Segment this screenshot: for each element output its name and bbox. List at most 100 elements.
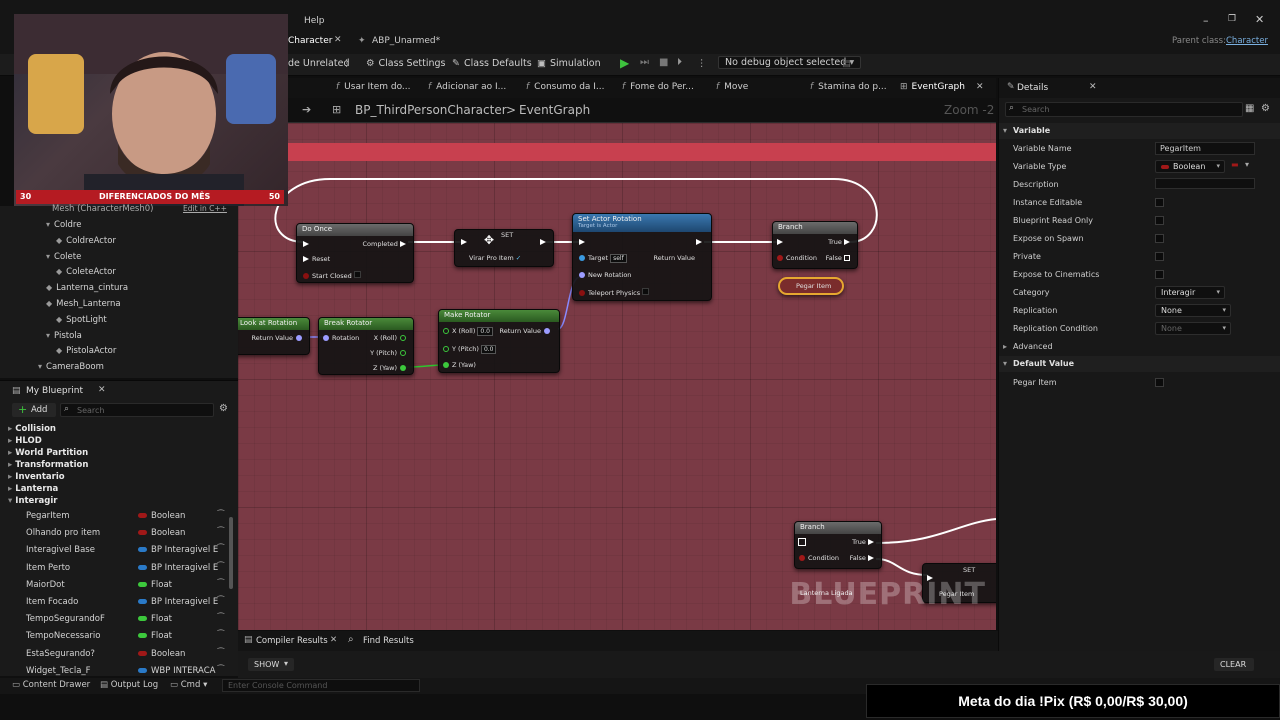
- bp-read-only-checkbox[interactable]: [1155, 216, 1164, 225]
- close-tab-icon[interactable]: ✕: [330, 635, 337, 645]
- tab-find-results[interactable]: Find Results: [363, 636, 414, 646]
- pegar-item-checkbox[interactable]: [1155, 378, 1164, 387]
- visibility-eye-icon[interactable]: ⁀: [218, 544, 224, 553]
- category-2[interactable]: ▸ World Partition: [8, 448, 88, 458]
- node-branch-2[interactable]: Branch True Condition False: [794, 521, 882, 569]
- component-item[interactable]: ▾ Pistola: [46, 331, 82, 341]
- new-rotation-pin[interactable]: New Rotation: [579, 271, 631, 279]
- tab-character[interactable]: Character: [288, 36, 332, 46]
- component-item[interactable]: ◆ ColeteActor: [56, 267, 116, 277]
- variable-row[interactable]: Olhando pro item Boolean ⁀: [0, 526, 232, 542]
- visibility-eye-icon[interactable]: ⁀: [218, 527, 224, 536]
- return-value-pin[interactable]: Return Value: [252, 334, 306, 342]
- parent-class-link[interactable]: Character: [1226, 36, 1268, 46]
- clear-button[interactable]: CLEAR: [1214, 658, 1254, 671]
- variable-row[interactable]: Interagivel Base BP Interagivel E ⁀: [0, 543, 232, 559]
- replication-dropdown[interactable]: None ▾: [1155, 304, 1231, 317]
- component-item[interactable]: ▾ CameraBoom: [38, 362, 104, 372]
- return-value-pin[interactable]: Return Value: [654, 254, 696, 262]
- category-4[interactable]: ▸ Inventario: [8, 472, 65, 482]
- component-item[interactable]: ▾ Colete: [46, 252, 81, 262]
- x-roll-input-pin[interactable]: X (Roll) 0.0: [443, 327, 493, 336]
- node-do-once[interactable]: Do Once Completed Reset Start Closed: [296, 223, 414, 283]
- eject-icon[interactable]: ⏵: [677, 57, 682, 68]
- category-6[interactable]: ▾ Interagir: [8, 496, 57, 506]
- exec-in-pin[interactable]: [777, 238, 786, 246]
- start-closed-pin[interactable]: Start Closed: [303, 271, 361, 280]
- variable-row[interactable]: TempoSegurandoF Float ⁀: [0, 612, 232, 628]
- section-default-value[interactable]: ▾ Default Value: [999, 356, 1280, 372]
- tab-stamina[interactable]: f Stamina do p...: [810, 82, 887, 92]
- tab-consumo[interactable]: f Consumo da I...: [526, 82, 605, 92]
- true-pin[interactable]: True: [828, 238, 853, 246]
- debug-filter-icon[interactable]: ▤: [842, 58, 851, 69]
- y-pitch-input-pin[interactable]: Y (Pitch) 0.0: [443, 345, 497, 354]
- node-pegar-item-getter[interactable]: Pegar Item: [778, 277, 844, 295]
- exec-in-pin[interactable]: [579, 238, 588, 246]
- class-defaults-button[interactable]: ✎ Class Defaults: [452, 58, 532, 69]
- component-item[interactable]: ◆ PistolaActor: [56, 346, 116, 356]
- x-value[interactable]: 0.0: [477, 327, 493, 336]
- tab-abp-unarmed[interactable]: ABP_Unarmed*: [372, 36, 440, 46]
- variable-row[interactable]: MaiorDot Float ⁀: [0, 578, 232, 594]
- node-look-at-rotation[interactable]: Look at Rotation Return Value: [238, 317, 310, 355]
- variable-row[interactable]: EstaSegurando? Boolean ⁀: [0, 647, 232, 663]
- hide-unrelated-button[interactable]: de Unrelated: [288, 58, 349, 69]
- node-make-rotator[interactable]: Make Rotator X (Roll) 0.0 Return Value Y …: [438, 309, 560, 373]
- add-button[interactable]: + Add: [12, 403, 56, 417]
- variable-name-field[interactable]: PegarItem: [1155, 142, 1255, 155]
- minimize-icon[interactable]: –: [1203, 14, 1209, 27]
- category-dropdown[interactable]: Interagir ▾: [1155, 286, 1225, 299]
- false-pin[interactable]: False: [826, 254, 853, 262]
- y-value[interactable]: 0.0: [480, 345, 497, 354]
- more-options-icon[interactable]: ⋮: [342, 58, 352, 69]
- exec-in-pin[interactable]: [303, 240, 312, 248]
- visibility-eye-icon[interactable]: ⁀: [218, 630, 224, 639]
- exec-in-pin[interactable]: [461, 238, 470, 246]
- component-item[interactable]: ◆ Mesh_Lanterna: [46, 299, 121, 309]
- container-type-icon[interactable]: ▬: [1231, 160, 1239, 169]
- visibility-eye-icon[interactable]: ⁀: [218, 596, 224, 605]
- z-yaw-pin[interactable]: Z (Yaw): [373, 364, 409, 372]
- tab-usar-item[interactable]: f Usar Item do...: [336, 82, 411, 92]
- virar-pro-item-pin[interactable]: Virar Pro Item ✓: [469, 254, 521, 262]
- exec-out-pin[interactable]: [696, 238, 705, 246]
- completed-pin[interactable]: Completed: [362, 240, 409, 248]
- tab-compiler-results[interactable]: Compiler Results: [256, 636, 328, 646]
- condition-pin[interactable]: Condition: [777, 254, 817, 262]
- node-set-virar[interactable]: SET Virar Pro Item ✓: [454, 229, 554, 267]
- false-pin[interactable]: False: [850, 554, 877, 562]
- event-graph-canvas[interactable]: Do Once Completed Reset Start Closed SET…: [238, 122, 996, 630]
- node-branch[interactable]: Branch True Condition False: [772, 221, 858, 269]
- content-drawer-button[interactable]: ▭ Content Drawer: [12, 680, 90, 690]
- tab-move[interactable]: f Move: [716, 82, 748, 92]
- variable-row[interactable]: TempoNecessario Float ⁀: [0, 629, 232, 645]
- visibility-eye-icon[interactable]: ⁀: [218, 562, 224, 571]
- expose-cinematics-checkbox[interactable]: [1155, 270, 1164, 279]
- exec-in-pin[interactable]: [798, 538, 808, 546]
- view-options-icon[interactable]: ▦: [1245, 103, 1254, 114]
- debug-object-select[interactable]: No debug object selected ▾: [718, 56, 862, 69]
- mesh-component[interactable]: Mesh (CharacterMesh0): [52, 204, 153, 214]
- condition-pin[interactable]: Condition: [799, 554, 839, 562]
- visibility-eye-icon[interactable]: ⁀: [218, 510, 224, 519]
- forward-arrow-icon[interactable]: ➔: [302, 103, 311, 116]
- close-window-icon[interactable]: ✕: [1255, 13, 1264, 26]
- details-search-input[interactable]: ⌕ Search: [1005, 102, 1243, 117]
- visibility-eye-icon[interactable]: ⁀: [218, 648, 224, 657]
- variable-row[interactable]: Item Perto BP Interagivel E ⁀: [0, 561, 232, 577]
- tab-close-icon[interactable]: ✕: [334, 35, 342, 45]
- teleport-pin[interactable]: Teleport Physics: [579, 288, 650, 297]
- x-roll-pin[interactable]: X (Roll): [374, 334, 409, 342]
- maximize-icon[interactable]: ❐: [1228, 14, 1236, 24]
- category-1[interactable]: ▸ HLOD: [8, 436, 42, 446]
- scrollbar[interactable]: [229, 517, 233, 589]
- description-field[interactable]: [1155, 178, 1255, 189]
- breadcrumb-graph[interactable]: EventGraph: [519, 103, 590, 117]
- node-set-actor-rotation[interactable]: Set Actor Rotation Target is Actor Target…: [572, 213, 712, 301]
- menu-help[interactable]: Help: [304, 16, 325, 26]
- close-details-icon[interactable]: ✕: [1089, 82, 1097, 92]
- settings-gear-icon[interactable]: ⚙: [219, 403, 228, 414]
- y-pitch-pin[interactable]: Y (Pitch): [370, 349, 409, 357]
- category-5[interactable]: ▸ Lanterna: [8, 484, 58, 494]
